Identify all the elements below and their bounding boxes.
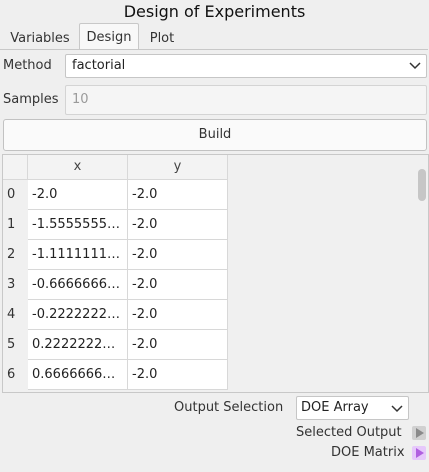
doe-matrix-label: DOE Matrix [331,445,405,460]
tab-variables[interactable]: Variables [4,26,76,51]
table-cell-y[interactable]: -2.0 [128,300,228,330]
row-header[interactable]: 2 [3,240,27,270]
tab-bar: Variables Design Plot [0,23,429,52]
output-selection-select[interactable]: DOE Array [296,396,409,420]
row-header[interactable]: 6 [3,360,27,390]
vertical-scrollbar[interactable] [418,169,426,201]
table-cell-y[interactable]: -2.0 [128,330,228,360]
column-header-y[interactable]: y [128,155,228,180]
design-pane: Method factorial Samples 10 Build x y 0 … [0,49,429,393]
table-corner [3,155,28,180]
table-cell-y[interactable]: -2.0 [128,180,228,210]
table-cell-y[interactable]: -2.0 [128,360,228,390]
tab-design[interactable]: Design [79,23,139,52]
row-header[interactable]: 3 [3,270,27,300]
table-cell-x[interactable]: 0.2222222… [28,330,128,360]
table-cell-x[interactable]: -1.5555555… [28,210,128,240]
output-signal-icon[interactable] [412,426,426,440]
table-cell-x[interactable]: 0.6666666… [28,360,128,390]
table-cell-x[interactable]: -0.2222222… [28,300,128,330]
table-cell-y[interactable]: -2.0 [128,240,228,270]
samples-value: 10 [72,92,89,107]
table-cell-x[interactable]: -1.1111111… [28,240,128,270]
column-header-x[interactable]: x [28,155,128,180]
row-header[interactable]: 4 [3,300,27,330]
method-value: factorial [72,58,126,73]
row-header[interactable]: 5 [3,330,27,360]
table-cell-x[interactable]: -2.0 [28,180,128,210]
output-selection-label: Output Selection [174,400,284,415]
chevron-down-icon [409,62,421,70]
output-selection-value: DOE Array [301,400,369,415]
selected-output-label: Selected Output [296,425,402,440]
samples-field[interactable]: 10 [65,85,427,115]
table-cell-y[interactable]: -2.0 [128,210,228,240]
doe-table[interactable]: x y 0 -2.0 -2.0 1 -1.5555555… -2.0 2 -1.… [2,154,429,393]
chevron-down-icon [391,405,403,413]
tab-plot[interactable]: Plot [142,26,182,51]
table-cell-x[interactable]: -0.6666666… [28,270,128,300]
row-header[interactable]: 0 [3,180,27,210]
method-label: Method [3,58,52,73]
window-title: Design of Experiments [123,2,306,21]
row-header[interactable]: 1 [3,210,27,240]
play-icon [416,428,424,438]
output-signal-icon[interactable] [412,446,426,460]
play-icon [416,448,424,458]
samples-label: Samples [3,92,59,107]
build-button[interactable]: Build [3,119,427,151]
table-cell-y[interactable]: -2.0 [128,270,228,300]
method-select[interactable]: factorial [65,54,427,78]
